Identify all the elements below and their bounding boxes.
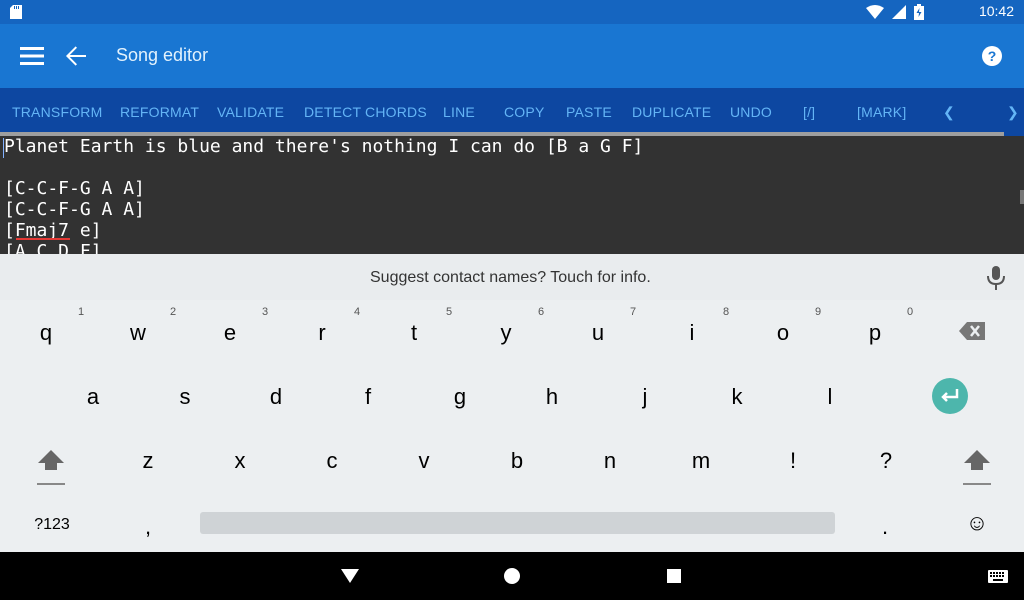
- microphone-icon[interactable]: [986, 266, 1006, 290]
- paste-button[interactable]: PASTE: [566, 104, 612, 120]
- line-button[interactable]: LINE: [443, 104, 475, 120]
- key-j[interactable]: j: [625, 384, 665, 410]
- navigation-bar: [0, 552, 1024, 600]
- enter-button[interactable]: [932, 378, 968, 414]
- recents-nav-icon[interactable]: [667, 569, 681, 583]
- key-period[interactable]: .: [865, 514, 905, 540]
- editor-line: Planet Earth is blue and there's nothing…: [4, 136, 644, 157]
- key-exclamation[interactable]: !: [773, 448, 813, 474]
- key-comma[interactable]: ,: [128, 514, 168, 540]
- key-r[interactable]: r: [302, 320, 342, 346]
- mark-button[interactable]: [MARK]: [857, 104, 906, 120]
- key-d[interactable]: d: [256, 384, 296, 410]
- key-c[interactable]: c: [312, 448, 352, 474]
- page-title: Song editor: [116, 45, 209, 65]
- key-hint: 4: [354, 306, 361, 318]
- wifi-icon: [866, 5, 884, 19]
- key-i[interactable]: i: [672, 320, 712, 346]
- song-text-editor[interactable]: Planet Earth is blue and there's nothing…: [0, 136, 1024, 262]
- key-hint: 9: [815, 306, 822, 318]
- editor-scrollbar[interactable]: [1020, 190, 1024, 204]
- editor-line: [C-C-F-G A A]: [4, 199, 145, 220]
- reformat-button[interactable]: REFORMAT: [120, 104, 199, 120]
- key-f[interactable]: f: [348, 384, 388, 410]
- duplicate-button[interactable]: DUPLICATE: [632, 104, 711, 120]
- key-w[interactable]: w: [118, 320, 158, 346]
- key-m[interactable]: m: [681, 448, 721, 474]
- key-z[interactable]: z: [128, 448, 168, 474]
- editor-toolbar: TRANSFORM REFORMAT VALIDATE DETECT CHORD…: [0, 88, 1024, 136]
- key-l[interactable]: l: [810, 384, 850, 410]
- key-t[interactable]: t: [394, 320, 434, 346]
- key-v[interactable]: v: [404, 448, 444, 474]
- home-nav-icon[interactable]: [504, 568, 520, 584]
- key-hint: 3: [262, 306, 269, 318]
- enter-icon: [941, 389, 959, 402]
- key-o[interactable]: o: [763, 320, 803, 346]
- editor-line: [C-C-F-G A A]: [4, 178, 145, 199]
- validate-button[interactable]: VALIDATE: [217, 104, 284, 120]
- key-y[interactable]: y: [486, 320, 526, 346]
- key-x[interactable]: x: [220, 448, 260, 474]
- key-hint: 0: [907, 306, 914, 318]
- spacebar[interactable]: [200, 512, 835, 534]
- menu-icon[interactable]: [20, 44, 44, 68]
- scroll-right-icon[interactable]: ❯: [1007, 104, 1019, 121]
- key-hint: 5: [446, 306, 453, 318]
- key-h[interactable]: h: [532, 384, 572, 410]
- detect-chords-button[interactable]: DETECT CHORDS: [304, 104, 427, 120]
- key-hint: 6: [538, 306, 545, 318]
- sd-card-icon: [10, 5, 22, 19]
- key-p[interactable]: p: [855, 320, 895, 346]
- key-a[interactable]: a: [73, 384, 113, 410]
- shift-right-icon[interactable]: [963, 450, 991, 486]
- svg-text:?: ?: [988, 48, 997, 64]
- status-time: 10:42: [978, 3, 1014, 19]
- scroll-left-icon[interactable]: ❮: [943, 104, 955, 121]
- help-icon[interactable]: ?: [980, 44, 1004, 68]
- key-s[interactable]: s: [165, 384, 205, 410]
- spellcheck-underline: [16, 238, 70, 240]
- key-question[interactable]: ?: [866, 448, 906, 474]
- key-q[interactable]: q: [26, 320, 66, 346]
- transform-button[interactable]: TRANSFORM: [12, 104, 102, 120]
- battery-icon: [914, 4, 924, 20]
- back-nav-icon[interactable]: [341, 569, 359, 583]
- key-g[interactable]: g: [440, 384, 480, 410]
- key-k[interactable]: k: [717, 384, 757, 410]
- symbols-key[interactable]: ?123: [24, 516, 80, 534]
- copy-button[interactable]: COPY: [504, 104, 544, 120]
- backspace-icon[interactable]: [959, 322, 985, 340]
- emoji-key[interactable]: ☺: [957, 510, 997, 536]
- key-hint: 7: [630, 306, 637, 318]
- key-hint: 1: [78, 306, 85, 318]
- key-hint: 8: [723, 306, 730, 318]
- keyboard-switch-icon[interactable]: [988, 570, 1008, 583]
- back-arrow-icon[interactable]: [64, 44, 88, 68]
- key-b[interactable]: b: [497, 448, 537, 474]
- signal-icon: [892, 5, 906, 19]
- key-u[interactable]: u: [578, 320, 618, 346]
- undo-button[interactable]: UNDO: [730, 104, 772, 120]
- keyboard-suggestion-bar[interactable]: Suggest contact names? Touch for info.: [0, 254, 1024, 301]
- status-bar: 10:42: [0, 0, 1024, 24]
- key-n[interactable]: n: [590, 448, 630, 474]
- suggestion-text[interactable]: Suggest contact names? Touch for info.: [370, 269, 651, 287]
- shift-left-icon[interactable]: [37, 450, 65, 486]
- chord-bracket-button[interactable]: [/]: [803, 104, 815, 120]
- key-hint: 2: [170, 306, 177, 318]
- key-e[interactable]: e: [210, 320, 250, 346]
- app-bar: Song editor ?: [0, 24, 1024, 88]
